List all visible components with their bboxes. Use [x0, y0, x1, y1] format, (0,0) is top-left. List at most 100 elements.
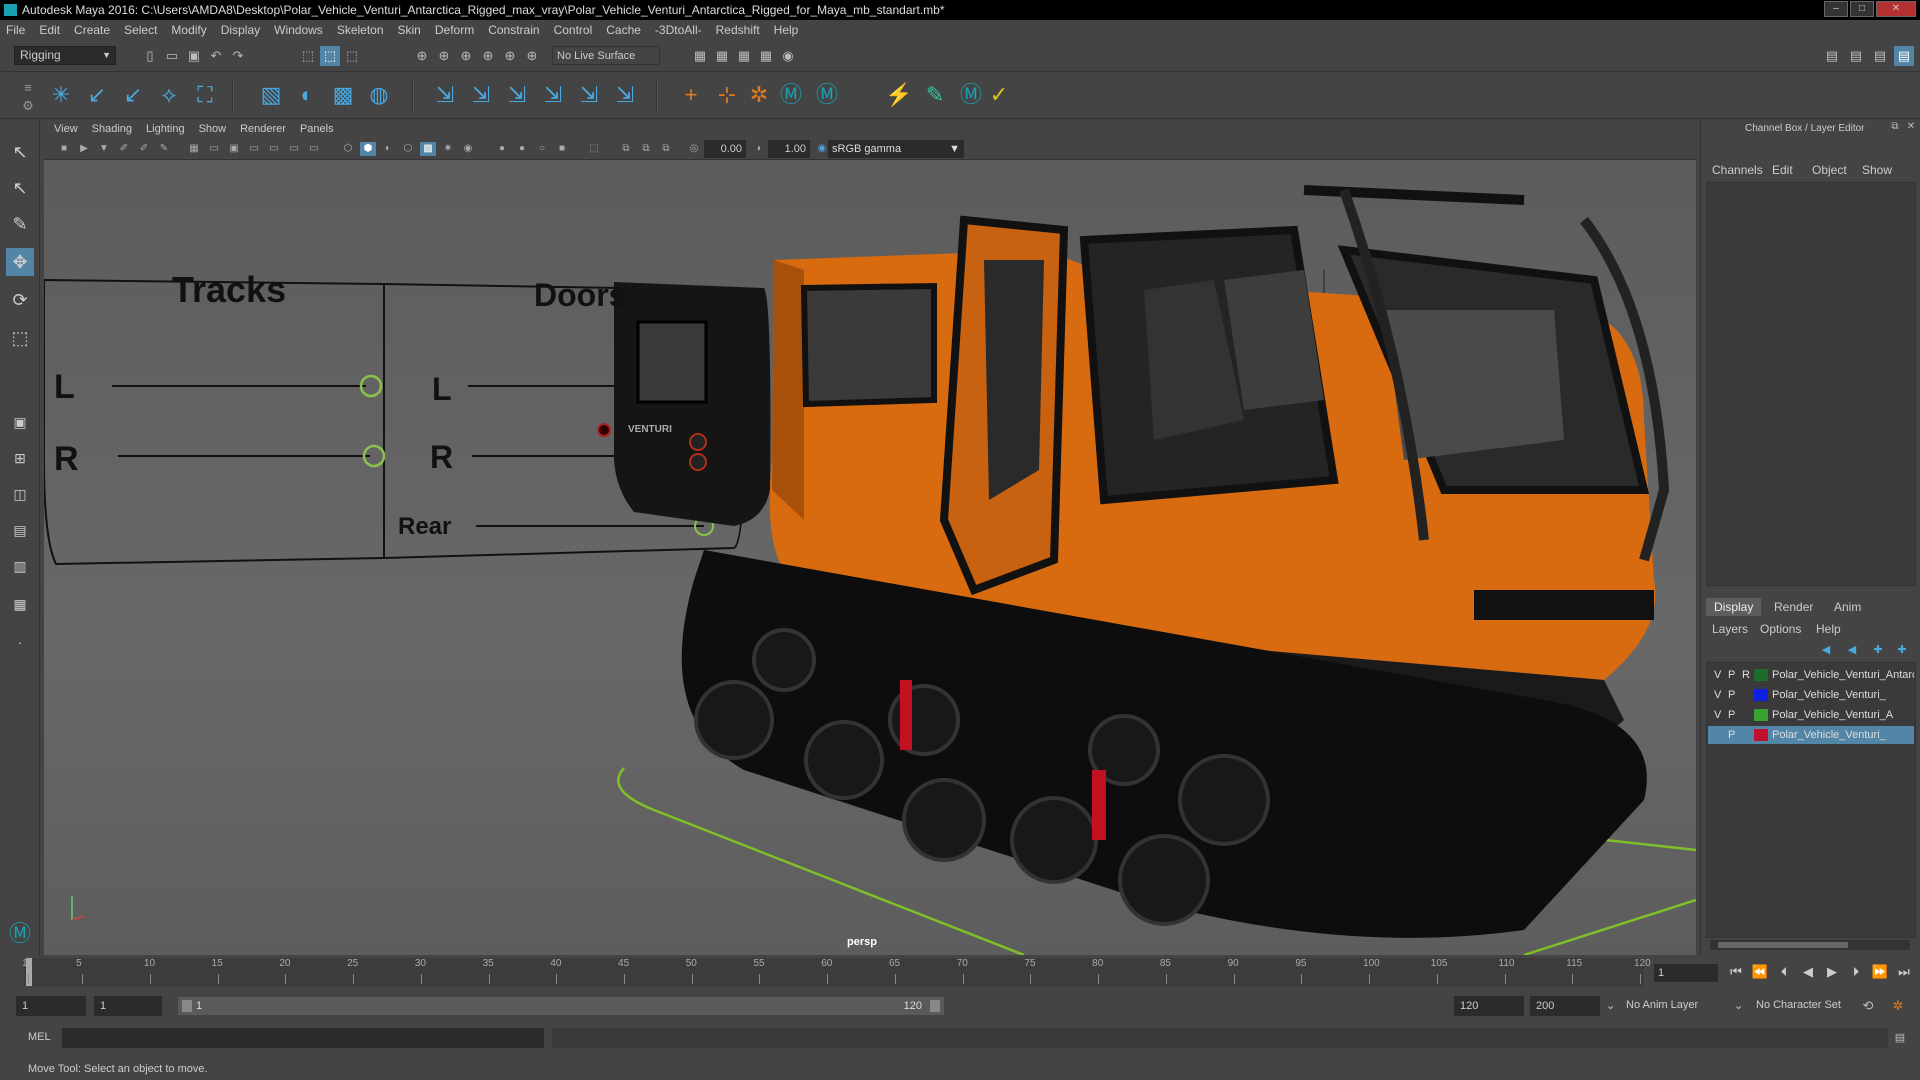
- script-language-label[interactable]: MEL: [28, 1031, 51, 1043]
- gate-mask-icon[interactable]: ▭: [246, 142, 262, 156]
- cluster-icon[interactable]: ⊹: [712, 80, 742, 110]
- new-scene-icon[interactable]: ▯: [140, 46, 160, 66]
- time-slider-track[interactable]: [24, 958, 1644, 986]
- snap-view-icon[interactable]: ⊕: [478, 46, 498, 66]
- grid-toggle-icon[interactable]: ▦: [186, 142, 202, 156]
- resolution-gate-icon[interactable]: ▣: [226, 142, 242, 156]
- exposure-field[interactable]: 0.00: [704, 140, 746, 158]
- layer-color-swatch[interactable]: [1754, 669, 1768, 681]
- x-ray-active-icon[interactable]: ⧉: [638, 142, 654, 156]
- layer-playback[interactable]: P: [1728, 706, 1735, 724]
- layer-color-swatch[interactable]: [1754, 689, 1768, 701]
- view-transform-dropdown[interactable]: sRGB gamma ▼: [828, 140, 964, 158]
- side-by-side-layout-icon[interactable]: ◫: [6, 480, 34, 508]
- character-set-dropdown[interactable]: No Character Set: [1756, 999, 1841, 1011]
- x-ray-icon[interactable]: ⧉: [618, 142, 634, 156]
- play-backward-icon[interactable]: ◀: [1798, 962, 1818, 982]
- panel-menu-shading[interactable]: Shading: [92, 123, 132, 135]
- channels-menu[interactable]: Channels: [1712, 163, 1763, 177]
- save-scene-icon[interactable]: ▣: [184, 46, 204, 66]
- depth-of-field-icon[interactable]: ■: [554, 142, 570, 156]
- select-hierarchy-icon[interactable]: ⬚: [298, 46, 318, 66]
- parent-constraint-icon[interactable]: ⇲: [574, 80, 604, 110]
- snap-point-icon[interactable]: ⊕: [456, 46, 476, 66]
- shelf-menu-icon[interactable]: ≡: [18, 78, 38, 98]
- layer-playback[interactable]: P: [1728, 686, 1735, 704]
- pole-vector-icon[interactable]: ⇲: [610, 80, 640, 110]
- menu-edit[interactable]: Edit: [39, 23, 60, 37]
- gamma-field[interactable]: 1.00: [768, 140, 810, 158]
- chevron-down-icon[interactable]: ⌄: [1734, 999, 1743, 1012]
- anti-aliasing-icon[interactable]: ○: [534, 142, 550, 156]
- snap-curve-icon[interactable]: ⊕: [434, 46, 454, 66]
- rotate-tool-icon[interactable]: ⟳: [6, 286, 34, 314]
- undo-icon[interactable]: ↶: [206, 46, 226, 66]
- go-to-end-icon[interactable]: ⏭: [1894, 962, 1914, 982]
- panel-menu-renderer[interactable]: Renderer: [240, 123, 286, 135]
- textured-icon[interactable]: ▩: [420, 142, 436, 156]
- layer-reference[interactable]: R: [1742, 666, 1750, 684]
- bind-skin-icon[interactable]: ▧: [256, 80, 286, 110]
- four-view-layout-icon[interactable]: ⊞: [6, 444, 34, 472]
- attribute-editor-icon[interactable]: ▤: [1846, 46, 1866, 66]
- edit-menu[interactable]: Edit: [1772, 163, 1793, 177]
- render-view-icon[interactable]: ▦: [690, 46, 710, 66]
- menu-constrain[interactable]: Constrain: [488, 23, 539, 37]
- check-script-icon[interactable]: ✓: [984, 80, 1014, 110]
- anim-layer-dropdown[interactable]: No Anim Layer: [1626, 999, 1698, 1011]
- orient-constraint-icon[interactable]: ⇲: [502, 80, 532, 110]
- move-layer-up-icon[interactable]: ◀: [1816, 640, 1836, 660]
- camera-select-icon[interactable]: ■: [56, 142, 72, 156]
- shadows-icon[interactable]: ◉: [460, 142, 476, 156]
- tool-settings-icon[interactable]: ▤: [1870, 46, 1890, 66]
- layer-row[interactable]: P Polar_Vehicle_Venturi_: [1708, 726, 1914, 744]
- ipr-render-icon[interactable]: ▦: [734, 46, 754, 66]
- tab-display[interactable]: Display: [1706, 598, 1762, 616]
- layer-visibility[interactable]: V: [1714, 666, 1721, 684]
- snap-vertex-icon[interactable]: ⊕: [522, 46, 542, 66]
- channel-box-toggle-icon[interactable]: ▤: [1894, 46, 1914, 66]
- go-to-start-icon[interactable]: ⏮: [1726, 962, 1746, 982]
- grease-pencil-icon[interactable]: ✎: [156, 142, 172, 156]
- smooth-shade-icon[interactable]: ⬢: [360, 142, 376, 156]
- playback-start-field[interactable]: 1: [94, 996, 162, 1016]
- snap-surface-icon[interactable]: ⊕: [500, 46, 520, 66]
- maximize-button[interactable]: □: [1850, 1, 1874, 17]
- chevron-down-icon[interactable]: ⌄: [1606, 999, 1615, 1012]
- exposure-icon[interactable]: ◎: [686, 142, 702, 156]
- render-settings-icon[interactable]: ▦: [756, 46, 776, 66]
- perspective-viewport[interactable]: Tracks Doors L R L R Rear VENTURI: [44, 160, 1696, 955]
- joint-tool-icon[interactable]: ✳: [46, 80, 76, 110]
- aim-constraint-icon[interactable]: ⇲: [466, 80, 496, 110]
- help-menu[interactable]: Help: [1816, 622, 1841, 636]
- step-forward-key-icon[interactable]: ⏩: [1870, 962, 1890, 982]
- tab-anim[interactable]: Anim: [1826, 598, 1869, 616]
- menu-skin[interactable]: Skin: [398, 23, 421, 37]
- scale-tool-icon[interactable]: ⬚: [6, 324, 34, 352]
- range-start-handle[interactable]: [182, 1000, 192, 1012]
- redo-icon[interactable]: ↷: [228, 46, 248, 66]
- menu-set-dropdown[interactable]: Rigging ▼: [14, 46, 116, 65]
- isolate-select-icon[interactable]: ⬚: [586, 142, 602, 156]
- show-menu[interactable]: Show: [1862, 163, 1892, 177]
- menu-cache[interactable]: Cache: [606, 23, 641, 37]
- field-chart-icon[interactable]: ▭: [266, 142, 282, 156]
- screen-space-ao-icon[interactable]: ●: [494, 142, 510, 156]
- layer-horizontal-scrollbar[interactable]: [1710, 940, 1910, 950]
- new-layer-selected-icon[interactable]: ✚: [1892, 640, 1912, 660]
- menu-help[interactable]: Help: [774, 23, 799, 37]
- range-slider[interactable]: 1 120: [178, 997, 944, 1015]
- layers-menu[interactable]: Layers: [1712, 622, 1748, 636]
- step-back-key-icon[interactable]: ⏪: [1750, 962, 1770, 982]
- layer-color-swatch[interactable]: [1754, 729, 1768, 741]
- snap-grid-icon[interactable]: ⊕: [412, 46, 432, 66]
- maya-script-icon[interactable]: Ⓜ: [776, 80, 806, 110]
- wrap-deformer-icon[interactable]: ◍: [364, 80, 394, 110]
- shelf-settings-icon[interactable]: ⚙: [18, 96, 38, 116]
- layer-row[interactable]: V P Polar_Vehicle_Venturi_A: [1708, 706, 1914, 724]
- scrollbar-thumb[interactable]: [1718, 942, 1848, 948]
- play-forward-icon[interactable]: ▶: [1822, 962, 1842, 982]
- single-perspective-layout-icon[interactable]: ▣: [6, 408, 34, 436]
- animation-start-field[interactable]: 1: [16, 996, 86, 1016]
- animation-end-field[interactable]: 200: [1530, 996, 1600, 1016]
